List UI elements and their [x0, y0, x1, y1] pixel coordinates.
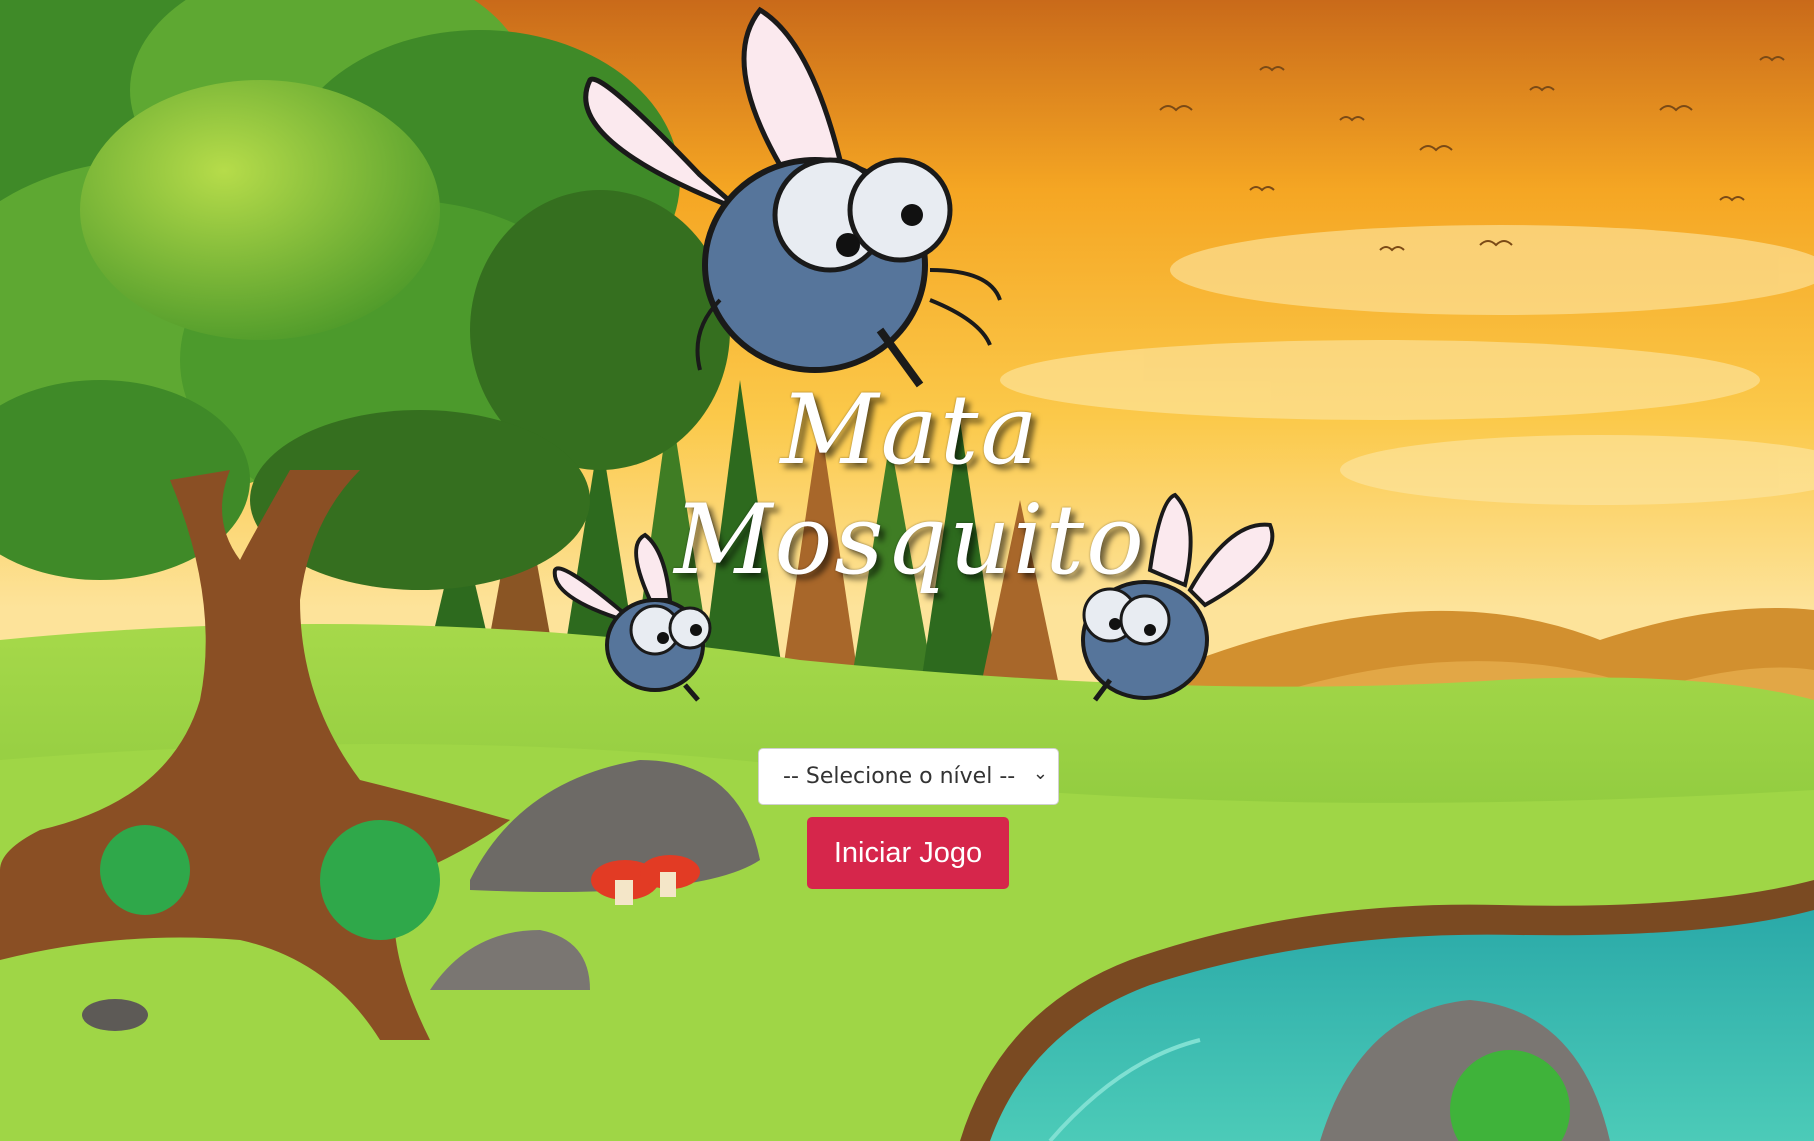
chevron-down-icon: ⌄ [1032, 763, 1048, 784]
level-select[interactable]: -- Selecione o nível -- ⌄ [758, 748, 1059, 805]
game-title: Mata Mosquito [550, 375, 1270, 595]
level-select-value: -- Selecione o nível -- [783, 764, 1016, 789]
game-title-line2: Mosquito [674, 484, 1146, 596]
game-title-line1: Mata [780, 374, 1040, 486]
start-game-button[interactable]: Iniciar Jogo [807, 817, 1009, 889]
